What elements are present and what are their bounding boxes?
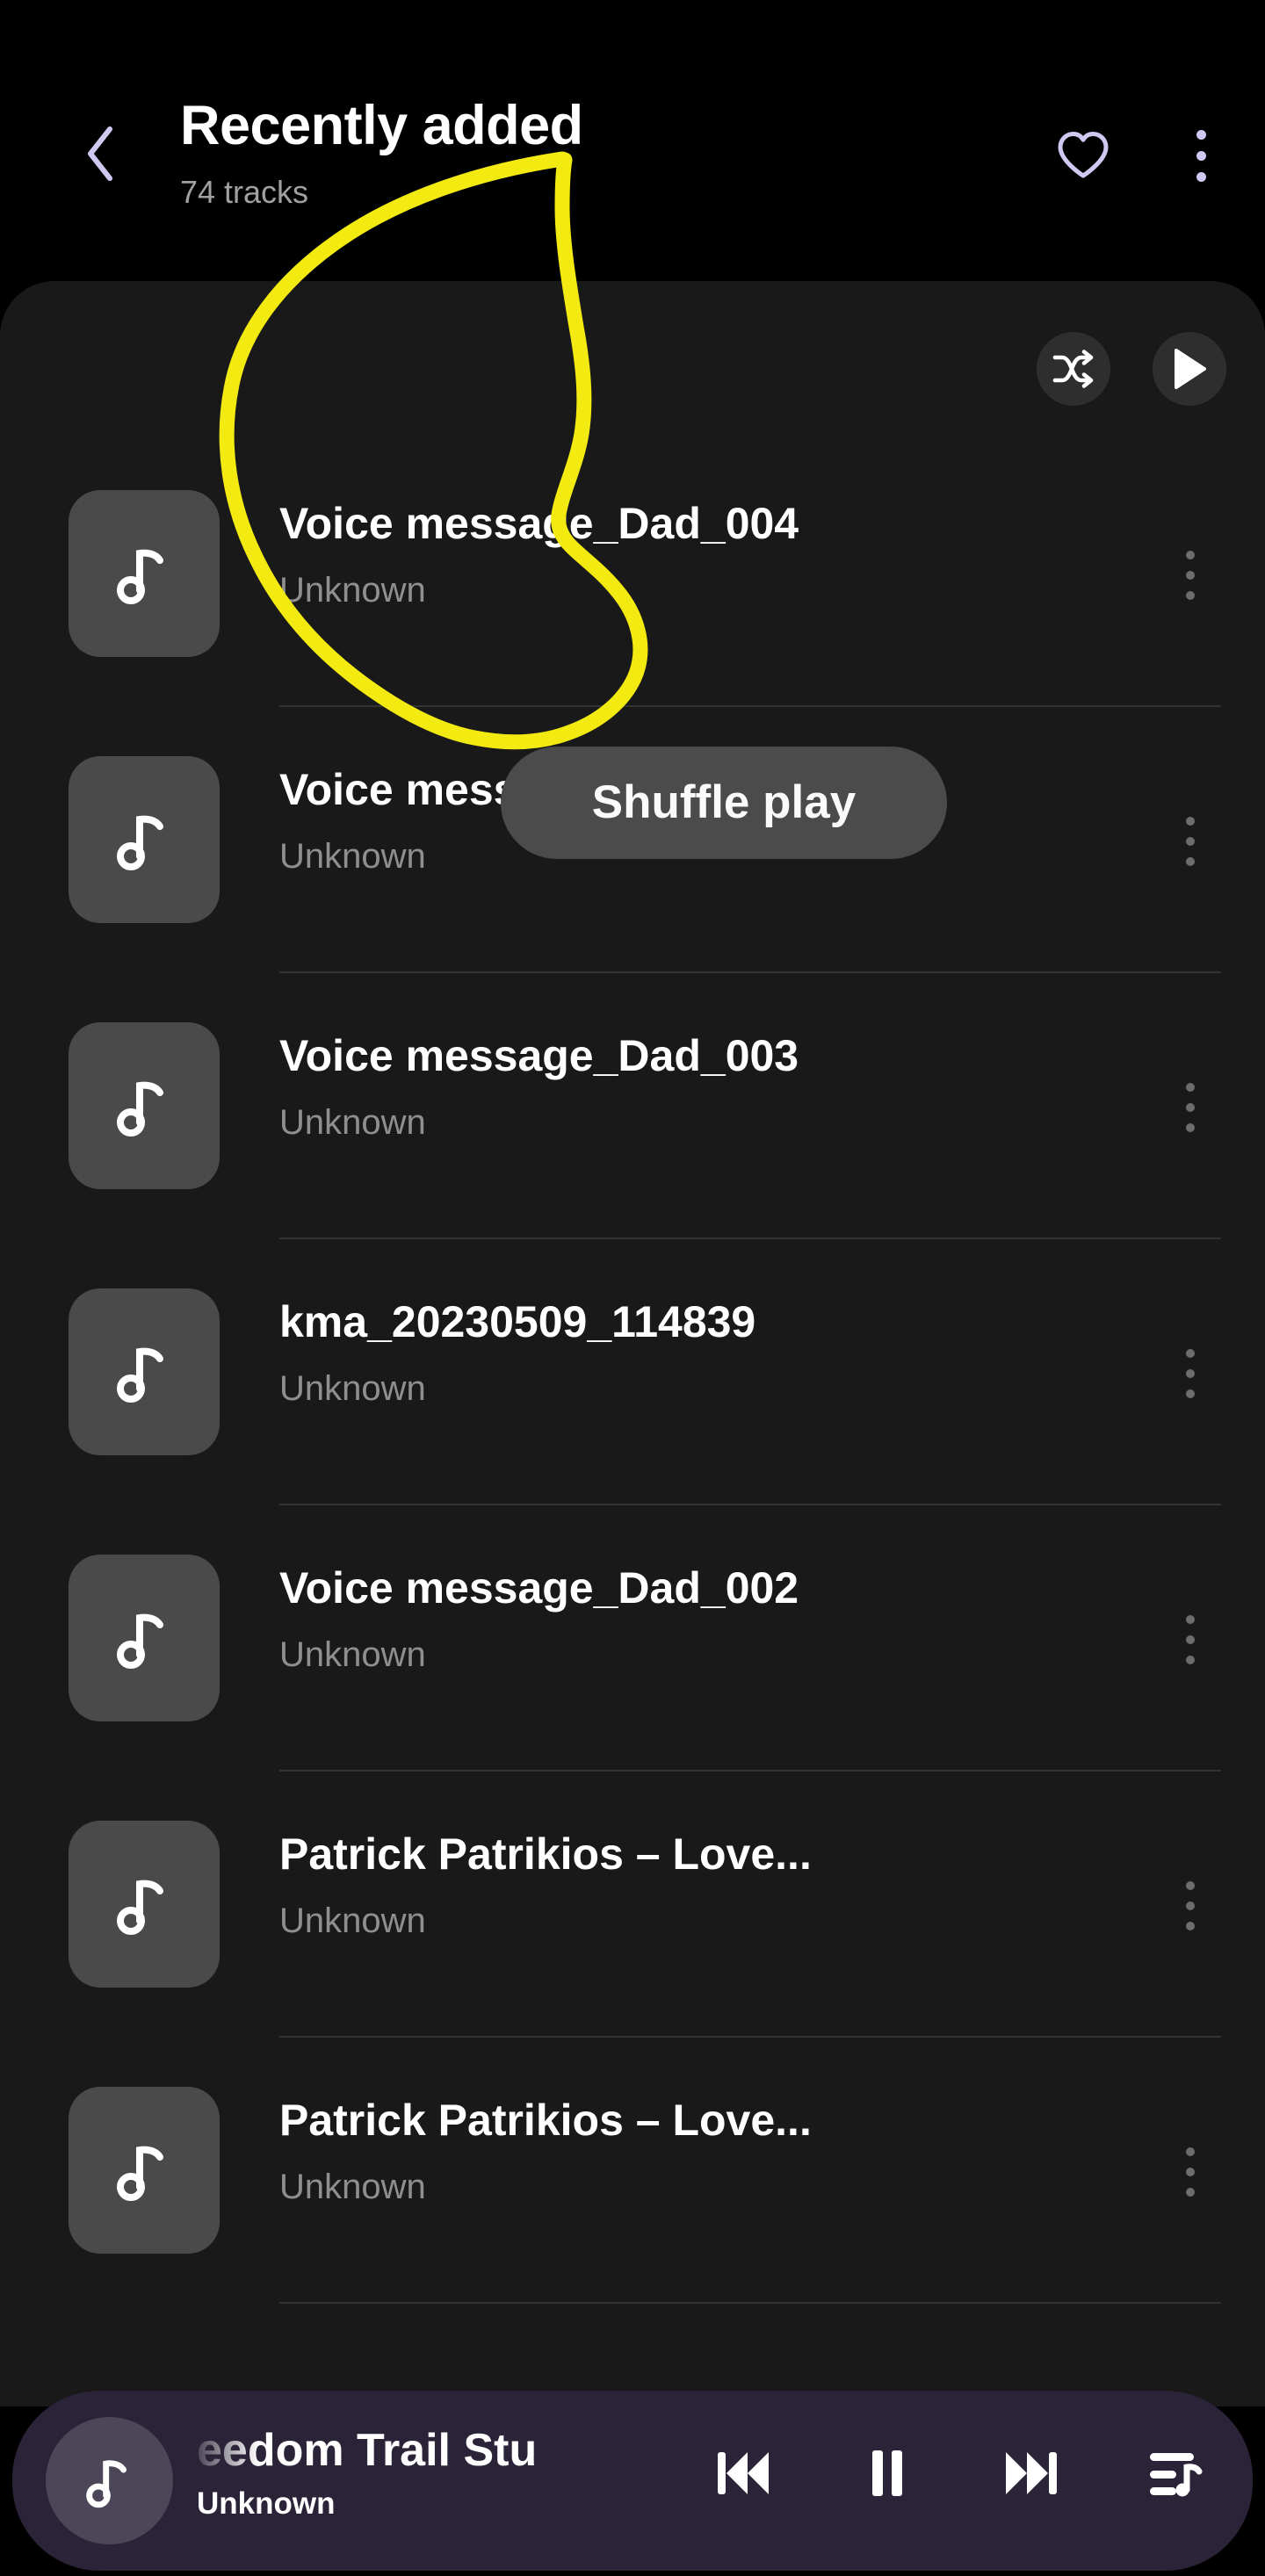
track-title: Voice message_Dad_004: [279, 499, 799, 548]
track-overflow-menu-button[interactable]: [1160, 1868, 1221, 1944]
queue-music-icon: [1150, 2453, 1203, 2497]
more-vertical-icon: [1186, 1881, 1195, 1930]
track-row[interactable]: kma_20230509_114839 Unknown: [0, 1239, 1265, 1505]
track-artist: Unknown: [279, 1369, 426, 1408]
track-thumbnail: [69, 1288, 220, 1455]
app-header: Recently added 74 tracks: [0, 0, 1265, 290]
mini-player-bar[interactable]: eedom Trail Stu Unknown: [12, 2391, 1253, 2571]
header-title-block: Recently added 74 tracks: [180, 92, 583, 215]
queue-button[interactable]: [1138, 2436, 1212, 2510]
track-count-label: 74 tracks: [180, 174, 309, 210]
track-title: Patrick Patrikios – Love...: [279, 1829, 812, 1879]
header-actions: [1047, 119, 1237, 191]
track-artist: Unknown: [279, 2168, 426, 2206]
music-note-icon: [117, 2146, 163, 2201]
page-title: Recently added: [180, 95, 583, 156]
more-vertical-icon: [1186, 1615, 1195, 1664]
track-info: Patrick Patrikios – Love... Unknown: [279, 1828, 1096, 1944]
music-note-icon: [117, 815, 163, 870]
row-divider: [279, 2302, 1221, 2304]
track-thumbnail: [69, 1022, 220, 1189]
skip-previous-icon: [718, 2452, 769, 2494]
track-thumbnail: [69, 756, 220, 923]
track-title: Patrick Patrikios – Love...: [279, 2096, 812, 2145]
more-vertical-icon: [1186, 551, 1195, 600]
shuffle-play-tooltip: Shuffle play: [501, 747, 947, 859]
play-button[interactable]: [1153, 332, 1226, 406]
track-title: Voice message_Dad_002: [279, 1563, 799, 1613]
track-overflow-menu-button[interactable]: [1160, 538, 1221, 613]
track-thumbnail: [69, 2087, 220, 2254]
shuffle-button[interactable]: [1037, 332, 1110, 406]
track-row[interactable]: Voice message_Dad_003 Unknown: [0, 973, 1265, 1239]
track-overflow-menu-button[interactable]: [1160, 1070, 1221, 1145]
track-overflow-menu-button[interactable]: [1160, 1336, 1221, 1411]
track-info: kma_20230509_114839 Unknown: [279, 1295, 1096, 1411]
track-artist: Unknown: [279, 1103, 426, 1142]
track-info: Voice message_Dad_003 Unknown: [279, 1029, 1096, 1145]
next-track-button[interactable]: [994, 2436, 1068, 2510]
track-overflow-menu-button[interactable]: [1160, 2134, 1221, 2210]
music-player-screen: Recently added 74 tracks Voice message_D…: [0, 0, 1265, 2576]
track-list-card: Voice message_Dad_004 Unknown Voice mess…: [0, 281, 1265, 2406]
mini-player-artist: Unknown: [197, 2486, 336, 2521]
track-info: Voice message_Dad_002 Unknown: [279, 1562, 1096, 1678]
pause-icon: [872, 2450, 902, 2496]
track-row[interactable]: Voice message_Dad_002 Unknown: [0, 1505, 1265, 1771]
track-artist: Unknown: [279, 571, 426, 610]
pause-button[interactable]: [850, 2436, 924, 2510]
tooltip-label: Shuffle play: [591, 776, 857, 828]
track-row[interactable]: Voice message_Dad_004 Unknown: [0, 441, 1265, 707]
track-row[interactable]: Patrick Patrikios – Love... Unknown: [0, 1771, 1265, 2038]
favorite-button[interactable]: [1047, 119, 1119, 191]
mini-player-controls: [706, 2436, 1212, 2510]
mini-player-artwork: [46, 2417, 173, 2544]
music-note-icon: [117, 1613, 163, 1669]
track-info: Voice message_Dad_004 Unknown: [279, 497, 1096, 613]
more-vertical-icon: [1186, 1083, 1195, 1132]
track-overflow-menu-button[interactable]: [1160, 1602, 1221, 1678]
playlist-action-buttons: [1037, 332, 1226, 406]
track-thumbnail: [69, 490, 220, 657]
track-title: kma_20230509_114839: [279, 1297, 756, 1346]
music-note-icon: [117, 1880, 163, 1935]
heart-outline-icon: [1058, 132, 1109, 178]
track-thumbnail: [69, 1555, 220, 1721]
header-overflow-menu-button[interactable]: [1165, 119, 1237, 191]
track-title: Voice message_Dad_003: [279, 1031, 799, 1080]
track-info: Patrick Patrikios – Love... Unknown: [279, 2094, 1096, 2210]
more-vertical-icon: [1186, 2147, 1195, 2197]
track-artist: Unknown: [279, 1635, 426, 1674]
track-list: Voice message_Dad_004 Unknown Voice mess…: [0, 441, 1265, 2304]
track-thumbnail: [69, 1821, 220, 1988]
more-vertical-icon: [1196, 129, 1206, 182]
more-vertical-icon: [1186, 1349, 1195, 1398]
skip-next-icon: [1006, 2452, 1057, 2494]
track-row[interactable]: Patrick Patrikios – Love... Unknown: [0, 2038, 1265, 2304]
track-overflow-menu-button[interactable]: [1160, 804, 1221, 879]
music-note-icon: [117, 1081, 163, 1136]
chevron-left-icon: [88, 126, 112, 181]
music-note-icon: [117, 1347, 163, 1403]
more-vertical-icon: [1186, 817, 1195, 866]
shuffle-icon: [1052, 350, 1094, 388]
track-artist: Unknown: [279, 1901, 426, 1940]
back-button[interactable]: [69, 114, 130, 193]
previous-track-button[interactable]: [706, 2436, 780, 2510]
mini-player-title: eedom Trail Stu: [197, 2425, 538, 2476]
mini-player-info: eedom Trail Stu Unknown: [197, 2422, 671, 2524]
music-note-icon: [117, 549, 163, 604]
play-icon: [1175, 349, 1206, 389]
music-note-icon: [85, 2459, 126, 2507]
